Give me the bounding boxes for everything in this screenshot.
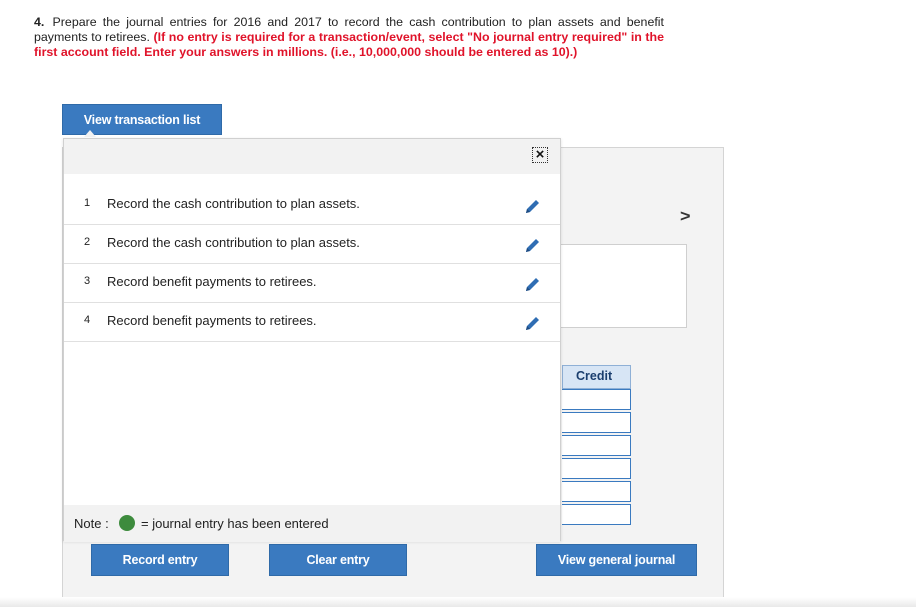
transaction-list: 1 Record the cash contribution to plan a… <box>64 186 560 342</box>
pencil-icon[interactable] <box>524 275 542 293</box>
journal-entry-box <box>540 244 687 328</box>
credit-input[interactable] <box>562 412 631 433</box>
credit-input[interactable] <box>562 481 631 502</box>
view-general-journal-button[interactable]: View general journal <box>536 544 697 576</box>
credit-input[interactable] <box>562 435 631 456</box>
chevron-right-icon[interactable]: > <box>680 207 691 226</box>
credit-input[interactable] <box>562 458 631 479</box>
pencil-icon[interactable] <box>524 197 542 215</box>
popup-caret <box>84 130 96 137</box>
credit-input[interactable] <box>562 389 631 410</box>
transaction-list-popup: × 1 Record the cash contribution to plan… <box>63 138 561 542</box>
page-bottom-edge <box>0 597 916 607</box>
transaction-row[interactable]: 3 Record benefit payments to retirees. <box>64 264 560 303</box>
record-entry-button[interactable]: Record entry <box>91 544 229 576</box>
pencil-icon[interactable] <box>524 314 542 332</box>
transaction-index: 1 <box>84 197 91 209</box>
transaction-row[interactable]: 2 Record the cash contribution to plan a… <box>64 225 560 264</box>
transaction-index: 4 <box>84 314 91 326</box>
transaction-row[interactable]: 1 Record the cash contribution to plan a… <box>64 186 560 225</box>
transaction-description: Record benefit payments to retirees. <box>107 313 317 328</box>
note-bar: Note : = journal entry has been entered <box>64 505 560 542</box>
pencil-icon[interactable] <box>524 236 542 254</box>
transaction-index: 3 <box>84 275 91 287</box>
transaction-description: Record the cash contribution to plan ass… <box>107 235 360 250</box>
clear-entry-button[interactable]: Clear entry <box>269 544 407 576</box>
credit-column-header: Credit <box>562 365 631 389</box>
transaction-description: Record the cash contribution to plan ass… <box>107 196 360 211</box>
question-number: 4. <box>34 15 45 29</box>
note-label: Note : <box>74 516 109 531</box>
transaction-row[interactable]: 4 Record benefit payments to retirees. <box>64 303 560 342</box>
note-text: = journal entry has been entered <box>141 516 329 531</box>
instructions: 4. Prepare the journal entries for 2016 … <box>34 15 664 60</box>
transaction-index: 2 <box>84 236 91 248</box>
credit-input[interactable] <box>562 504 631 525</box>
transaction-description: Record benefit payments to retirees. <box>107 274 317 289</box>
entered-status-dot <box>119 515 135 531</box>
popup-header: × <box>64 139 560 174</box>
close-icon[interactable]: × <box>532 147 548 163</box>
